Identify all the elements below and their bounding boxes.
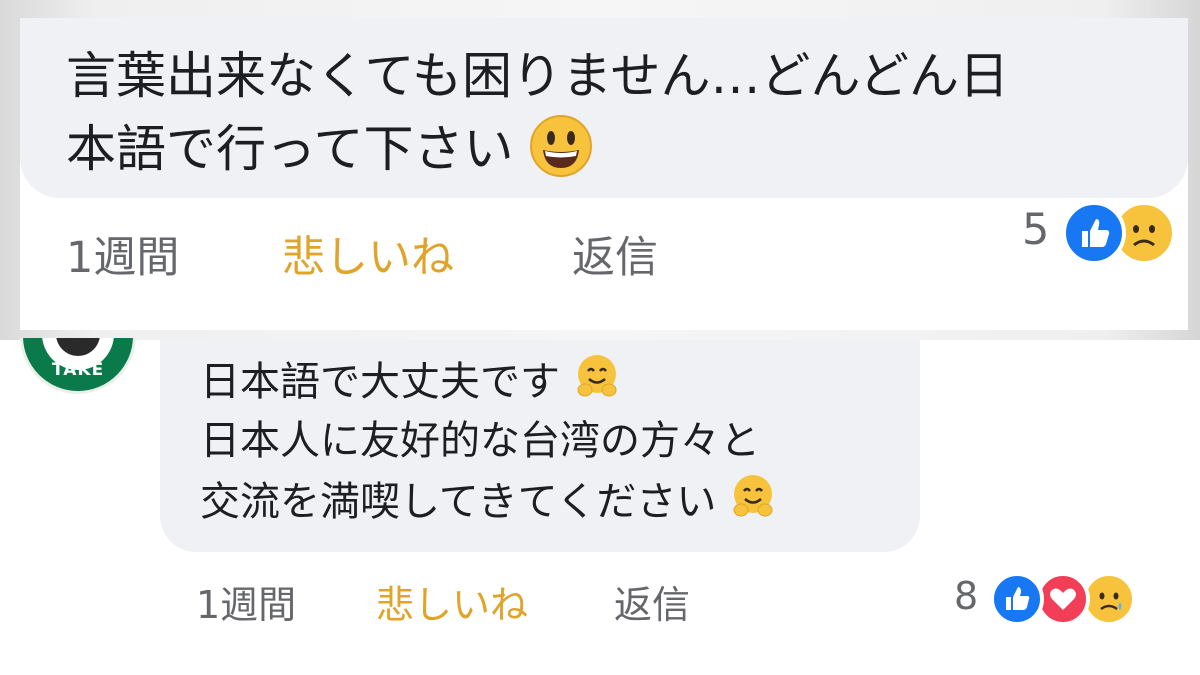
comment-2-line-3-text: 交流を満喫してきてください	[200, 479, 717, 525]
comment-bubble-1: 言葉出来なくても困りません…どんどん日 本語で行って下さい	[20, 18, 1188, 198]
comment-2-line-2: 日本人に友好的な台湾の方々と	[200, 418, 760, 464]
avatar-label: TAKE	[52, 360, 105, 380]
comment-2-reaction-count[interactable]: 8	[954, 574, 978, 618]
comment-2-line-3: 交流を満喫してきてください	[200, 472, 777, 536]
like-reaction-icon[interactable]	[990, 572, 1044, 626]
hugging-face-icon	[573, 352, 621, 416]
comment-1-timestamp[interactable]: 1週間	[66, 223, 179, 285]
comment-2-reaction-button[interactable]: 悲しいね	[376, 574, 528, 629]
grinning-face-icon	[529, 114, 593, 191]
comment-1-reply-button[interactable]: 返信	[572, 223, 658, 285]
sad-crying-reaction-icon[interactable]	[1082, 572, 1136, 626]
like-reaction-icon[interactable]	[1062, 201, 1126, 265]
comment-1-line-1: 言葉出来なくても困りません…どんどん日	[66, 47, 1009, 105]
comment-1-reaction-count[interactable]: 5	[1022, 205, 1049, 255]
love-reaction-icon[interactable]	[1036, 572, 1090, 626]
comment-bubble-2: 日本語で大丈夫です 日本人に友好的な台湾の方々と 交流を満喫してきてください	[160, 340, 920, 552]
commenter-avatar[interactable]: TAKE	[20, 338, 136, 394]
comment-1-reaction-button[interactable]: 悲しいね	[282, 223, 454, 285]
comment-card-1: 言葉出来なくても困りません…どんどん日 本語で行って下さい 1週間 悲しいね 返…	[20, 18, 1188, 330]
comment-2-line-1: 日本語で大丈夫です	[200, 352, 621, 416]
comment-1-line-2: 本語で行って下さい	[66, 114, 593, 191]
comment-2-line-1-text: 日本語で大丈夫です	[200, 359, 560, 405]
comment-1-line-2-text: 本語で行って下さい	[66, 120, 514, 178]
comment-2-timestamp[interactable]: 1週間	[196, 574, 296, 629]
hugging-face-icon	[729, 472, 777, 536]
comment-2-reply-button[interactable]: 返信	[614, 574, 690, 629]
